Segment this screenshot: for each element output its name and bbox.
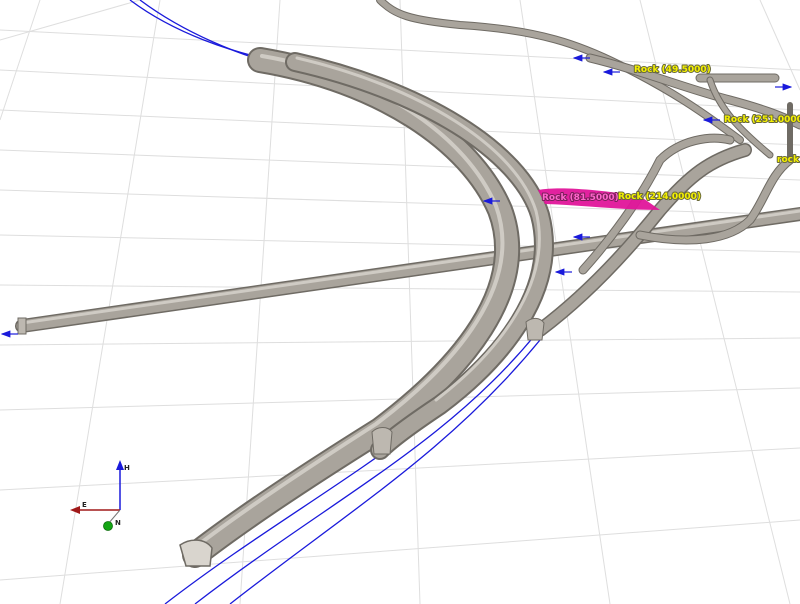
label-rock-251: Rock (251.0000) <box>724 115 800 125</box>
up-arrow-icon <box>116 460 124 470</box>
label-rock-815: Rock (81.5000) <box>542 193 619 203</box>
tunnel-network[interactable] <box>15 0 800 568</box>
axis-east-label: E <box>82 501 87 509</box>
north-marker-icon <box>103 521 113 531</box>
axis-north-label: N <box>115 519 121 527</box>
orientation-axes: H E N <box>70 460 130 531</box>
axis-up-label: H <box>124 464 130 472</box>
label-rock-3: rock <box>777 155 800 165</box>
label-rock-495: Rock (49.5000) <box>634 65 711 75</box>
label-rock-214: Rock (214.0000) <box>618 192 701 202</box>
3d-viewport[interactable]: Rock (49.5000) Rock (251.0000) rock Rock… <box>0 0 800 604</box>
